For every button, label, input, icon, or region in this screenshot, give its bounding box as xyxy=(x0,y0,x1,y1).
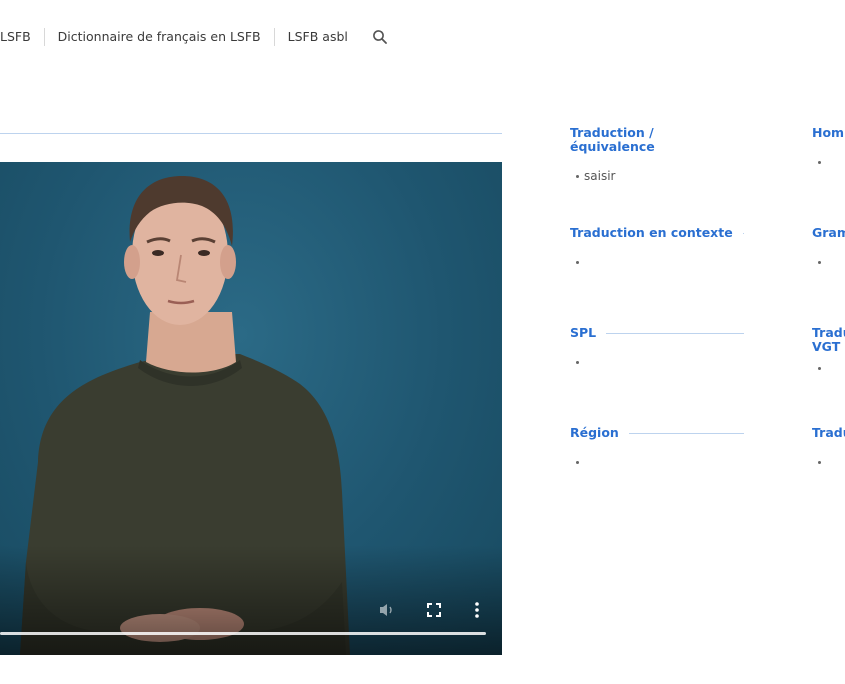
section-list xyxy=(570,454,744,470)
list-item xyxy=(570,254,744,270)
section-list xyxy=(812,360,845,376)
section-heading: Tradu xyxy=(812,426,845,440)
section-spl: SPL xyxy=(570,326,744,370)
section-list xyxy=(570,254,744,270)
section-heading: Traduction en contexte xyxy=(570,225,733,240)
video-player[interactable] xyxy=(0,162,502,655)
list-item xyxy=(812,360,845,376)
section-list xyxy=(812,254,845,270)
section-region: Région xyxy=(570,426,744,470)
section-traduction-contexte: Traduction en contexte xyxy=(570,226,744,270)
section-heading: Gram xyxy=(812,226,845,240)
section-traduction-equivalence: Traduction / équivalence saisir xyxy=(570,126,744,184)
heading-rule xyxy=(606,332,744,334)
top-navigation: LSFB Dictionnaire de français en LSFB LS… xyxy=(0,22,389,52)
section-list xyxy=(570,354,744,370)
section-heading: Hom xyxy=(812,126,845,140)
list-item xyxy=(570,454,744,470)
nav-link-lsfb-asbl[interactable]: LSFB asbl xyxy=(275,28,361,46)
list-item xyxy=(812,454,845,470)
list-item xyxy=(812,254,845,270)
search-icon[interactable] xyxy=(371,28,389,46)
section-traduction-other: Tradu xyxy=(812,426,845,470)
controls-overlay xyxy=(0,545,502,655)
list-item: saisir xyxy=(570,168,744,184)
fullscreen-icon[interactable] xyxy=(426,602,442,618)
section-heading: Traduction / équivalence xyxy=(570,125,655,154)
section-list xyxy=(812,154,845,170)
list-item xyxy=(570,354,744,370)
heading-rule xyxy=(742,232,744,234)
section-heading: Tradu xyxy=(812,326,845,340)
section-list xyxy=(812,454,845,470)
section-heading: Région xyxy=(570,425,619,440)
nav-link-dictionnaire[interactable]: Dictionnaire de français en LSFB xyxy=(45,28,274,46)
section-homonymes: Hom xyxy=(812,126,845,170)
nav-link-lsfb[interactable]: LSFB xyxy=(0,28,44,46)
content-divider xyxy=(0,133,502,134)
more-vert-icon[interactable] xyxy=(472,601,482,619)
section-heading-line2: VGT xyxy=(812,339,841,354)
video-progress-bar[interactable] xyxy=(0,632,486,635)
heading-rule xyxy=(628,432,744,434)
section-traduction-vgt: Tradu VGT xyxy=(812,326,845,376)
section-heading: SPL xyxy=(570,325,597,340)
section-grammaire: Gram xyxy=(812,226,845,270)
list-item xyxy=(812,154,845,170)
section-list: saisir xyxy=(570,168,744,184)
volume-icon[interactable] xyxy=(378,602,396,618)
